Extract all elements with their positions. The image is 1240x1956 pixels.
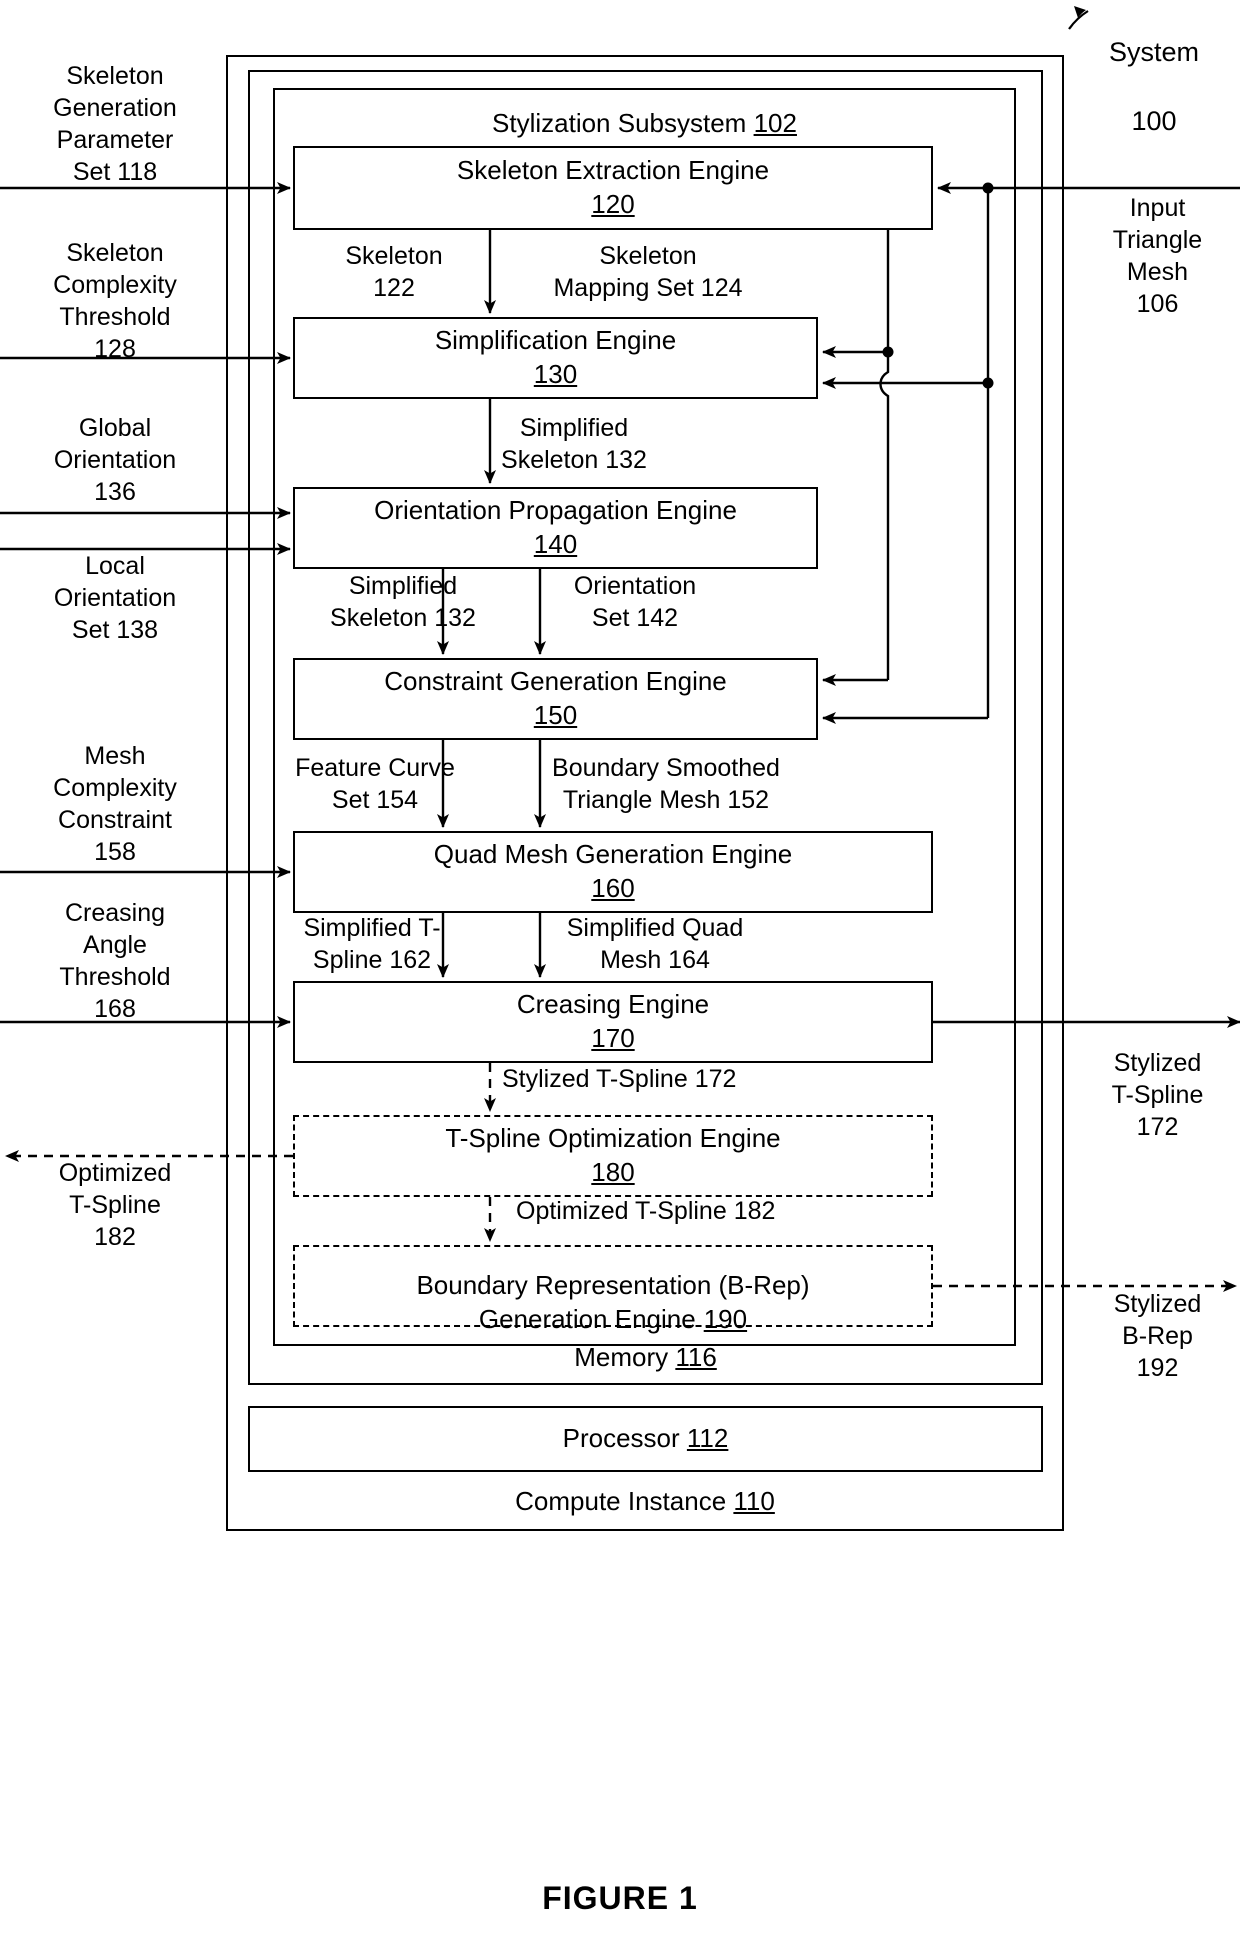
- input-label-input-triangle-mesh: Input Triangle Mesh 106: [1112, 194, 1203, 318]
- edge-label-optimized-tspline-182: Optimized T-Spline 182: [516, 1197, 776, 1225]
- brep-generation-engine-caption: Boundary Representation (B-Rep) Generati…: [416, 1235, 809, 1336]
- brep-generation-engine-box: Boundary Representation (B-Rep) Generati…: [293, 1245, 933, 1334]
- system-callout-label: System 100: [1068, 0, 1240, 138]
- constraint-generation-engine-box: Constraint Generation Engine 150: [293, 658, 818, 740]
- input-label-creasing-angle-threshold: Creasing Angle Threshold 168: [59, 899, 171, 1023]
- brep-generation-engine-number: 190: [703, 1303, 748, 1334]
- memory-caption: Memory 116: [250, 1342, 1041, 1373]
- edge-label-skeleton-mapping-set-124: Skeleton Mapping Set 124: [553, 242, 743, 302]
- quad-mesh-generation-engine-name: Quad Mesh Generation Engine: [433, 839, 793, 870]
- creasing-engine-number: 170: [591, 1023, 635, 1053]
- edge-label-simplified-quad-mesh-164: Simplified Quad Mesh 164: [566, 914, 744, 974]
- skeleton-extraction-engine-name: Skeleton Extraction Engine: [456, 155, 770, 186]
- constraint-generation-engine-name: Constraint Generation Engine: [384, 666, 727, 697]
- skeleton-extraction-engine-box: Skeleton Extraction Engine 120: [293, 146, 933, 230]
- processor-caption: Processor 112: [563, 1422, 729, 1456]
- memory-number: 116: [675, 1342, 717, 1372]
- orientation-propagation-engine-number: 140: [533, 529, 578, 559]
- edge-label-skeleton-122: Skeleton 122: [345, 242, 443, 302]
- processor-number: 112: [686, 1423, 729, 1454]
- edge-label-simplified-skeleton-132-b: Simplified Skeleton 132: [330, 572, 476, 632]
- edge-label-feature-curve-set-154: Feature Curve Set 154: [295, 754, 455, 814]
- edge-label-stylized-tspline-172: Stylized T-Spline 172: [502, 1065, 737, 1093]
- processor-label: Processor: [562, 1423, 680, 1454]
- creasing-engine-name: Creasing Engine: [516, 989, 710, 1020]
- tspline-optimization-engine-name: T-Spline Optimization Engine: [445, 1123, 781, 1154]
- simplification-engine-box: Simplification Engine 130: [293, 317, 818, 399]
- output-label-stylized-brep: Stylized B-Rep 192: [1113, 1290, 1202, 1382]
- creasing-engine-box: Creasing Engine 170: [293, 981, 933, 1063]
- constraint-generation-engine-number: 150: [533, 700, 578, 730]
- input-label-skeleton-complexity-threshold: Skeleton Complexity Threshold 128: [53, 239, 177, 363]
- quad-mesh-generation-engine-box: Quad Mesh Generation Engine 160: [293, 831, 933, 913]
- stylization-subsystem-caption: Stylization Subsystem 102: [275, 108, 1014, 139]
- edge-label-simplified-tspline-162: Simplified T- Spline 162: [303, 914, 441, 974]
- output-label-stylized-tspline: Stylized T-Spline 172: [1111, 1049, 1204, 1141]
- simplification-engine-number: 130: [533, 359, 578, 389]
- input-label-skeleton-generation-parameter-set: Skeleton Generation Parameter Set 118: [53, 62, 177, 186]
- input-label-mesh-complexity-constraint: Mesh Complexity Constraint 158: [53, 742, 177, 866]
- output-label-optimized-tspline: Optimized T-Spline 182: [58, 1159, 172, 1251]
- tspline-optimization-engine-box: T-Spline Optimization Engine 180: [293, 1115, 933, 1197]
- input-label-global-orientation: Global Orientation 136: [53, 414, 177, 506]
- figure-caption: FIGURE 1: [542, 1880, 698, 1916]
- orientation-propagation-engine-box: Orientation Propagation Engine 140: [293, 487, 818, 569]
- figure-canvas: System 100 Compute Instance 110 Memory 1…: [0, 0, 1240, 1956]
- stylization-subsystem-number: 102: [753, 108, 797, 138]
- tspline-optimization-engine-number: 180: [591, 1157, 635, 1187]
- simplification-engine-name: Simplification Engine: [434, 325, 677, 356]
- brep-generation-engine-name: Boundary Representation (B-Rep) Generati…: [416, 1270, 810, 1334]
- edge-label-simplified-skeleton-132-a: Simplified Skeleton 132: [501, 414, 647, 474]
- compute-instance-caption: Compute Instance 110: [228, 1486, 1062, 1517]
- memory-label: Memory: [574, 1342, 669, 1372]
- system-label-text: System: [1108, 36, 1200, 67]
- orientation-propagation-engine-name: Orientation Propagation Engine: [374, 495, 737, 526]
- stylization-subsystem-label: Stylization Subsystem: [492, 108, 747, 138]
- quad-mesh-generation-engine-number: 160: [591, 873, 635, 903]
- processor-box: Processor 112: [248, 1406, 1043, 1472]
- compute-instance-number: 110: [733, 1486, 775, 1516]
- compute-instance-label: Compute Instance: [515, 1486, 727, 1516]
- edge-label-boundary-smoothed-triangle-mesh-152: Boundary Smoothed Triangle Mesh 152: [552, 754, 780, 814]
- input-label-local-orientation-set: Local Orientation Set 138: [53, 552, 177, 644]
- skeleton-extraction-engine-number: 120: [591, 189, 635, 219]
- edge-label-orientation-set-142: Orientation Set 142: [573, 572, 697, 632]
- system-number-text: 100: [1131, 105, 1177, 136]
